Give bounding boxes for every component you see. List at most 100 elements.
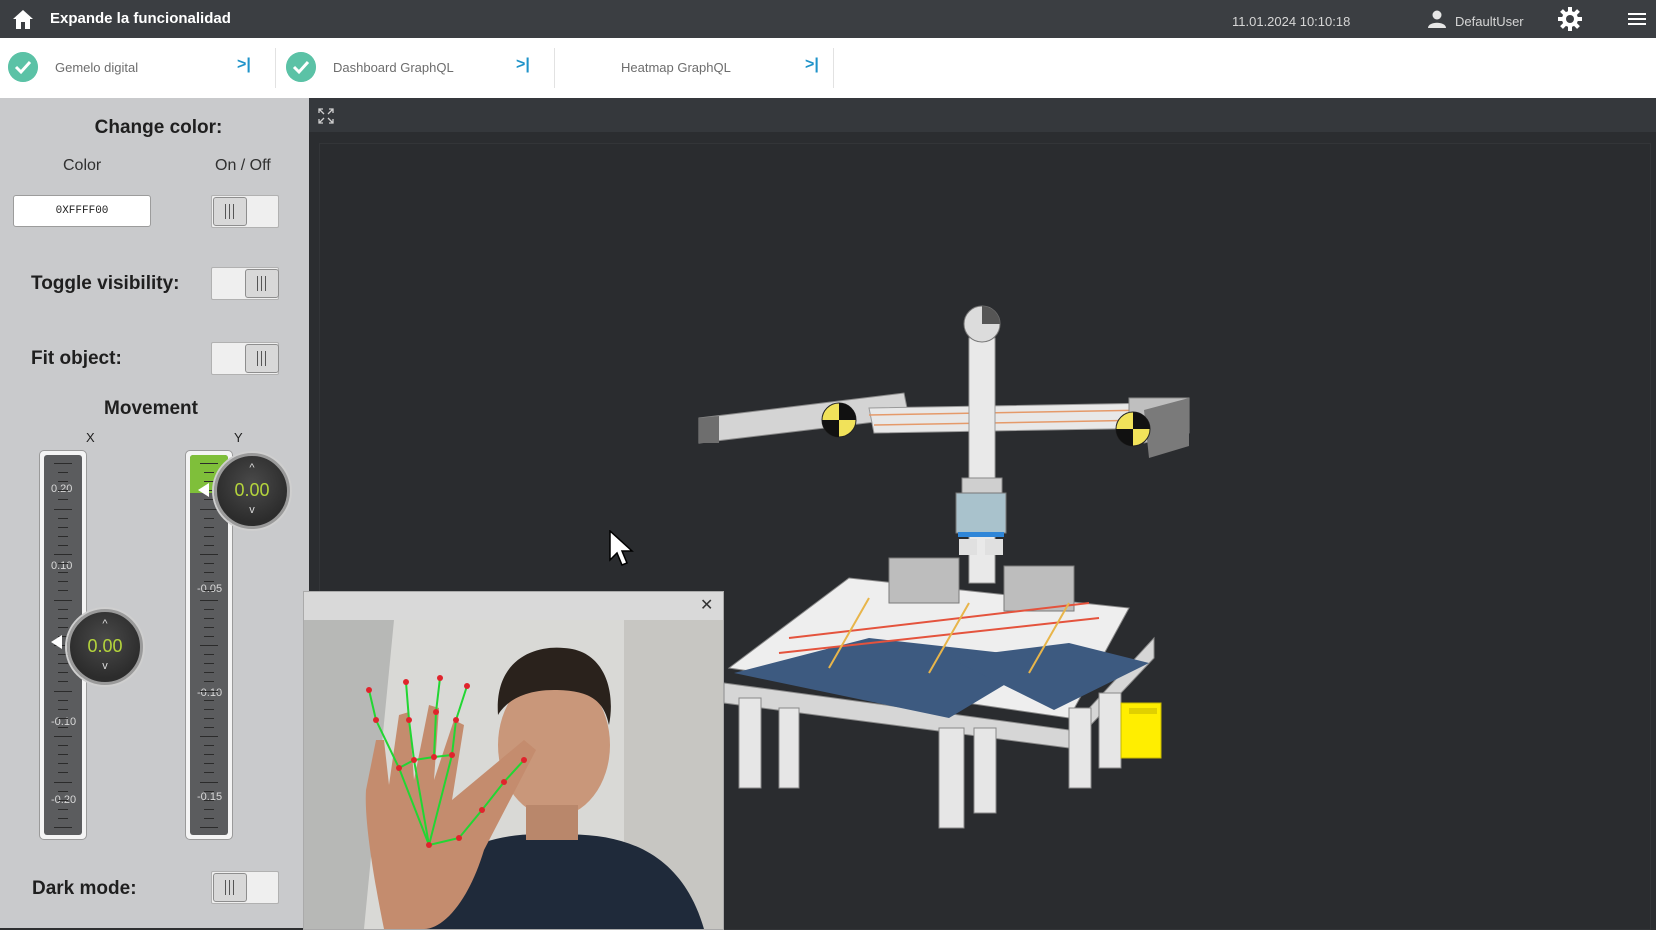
toggle-thumb: [213, 873, 247, 902]
check-icon: [286, 52, 316, 82]
slider-tick: [200, 554, 218, 555]
slider-tick: [58, 626, 68, 628]
slider-tick: [204, 672, 214, 674]
chevron-up-icon[interactable]: ^: [70, 618, 140, 630]
slider-tick: [58, 763, 68, 765]
slider-tick: [204, 563, 214, 565]
collapse-arrow-icon[interactable]: >|: [516, 56, 530, 74]
slider-tick: [58, 490, 68, 492]
slider-tick: [204, 544, 214, 546]
color-column-label: Color: [63, 157, 102, 174]
slider-tick: [58, 672, 68, 674]
x-value: 0.00: [87, 636, 123, 656]
slider-tick: [204, 708, 214, 710]
camera-preview-window[interactable]: ✕: [303, 591, 724, 930]
tab-label: Dashboard GraphQL: [333, 60, 454, 75]
color-value-input[interactable]: 0XFFFF00: [13, 195, 151, 227]
slider-tick: [58, 535, 68, 537]
tab-heatmap-graphql[interactable]: Heatmap GraphQL >|: [555, 38, 833, 98]
slider-tick: [54, 827, 72, 828]
gear-icon[interactable]: [1557, 6, 1583, 32]
slider-tick: [58, 517, 68, 519]
slider-tick: [58, 808, 68, 810]
slider-tick: [58, 708, 68, 710]
slider-tick: [204, 726, 214, 728]
slider-tick: [204, 472, 214, 474]
user-icon[interactable]: [1427, 9, 1447, 29]
tab-dashboard-graphql[interactable]: Dashboard GraphQL >|: [276, 38, 554, 98]
slider-tick: [200, 690, 218, 692]
y-value-knob[interactable]: ^ 0.00 v: [214, 453, 290, 529]
change-color-heading: Change color:: [94, 117, 223, 138]
y-pointer-icon: [198, 483, 209, 497]
toggle-thumb: [213, 197, 247, 226]
slider-tick: [204, 535, 214, 537]
x-pointer-icon: [51, 635, 62, 649]
slider-tick: [58, 681, 68, 683]
slider-tick: [204, 681, 214, 683]
slider-tick: [204, 663, 214, 665]
slider-tick: [204, 617, 214, 619]
fit-object-label: Fit object:: [31, 348, 122, 369]
slider-tick: [58, 699, 68, 701]
slider-tick: [58, 472, 68, 474]
collapse-arrow-icon[interactable]: >|: [805, 56, 819, 74]
fit-object-toggle[interactable]: [211, 342, 279, 375]
slider-tick: [58, 754, 68, 756]
tab-label: Gemelo digital: [55, 60, 139, 75]
slider-tick: [204, 626, 214, 628]
tab-gemelo-digital[interactable]: Gemelo digital >|: [0, 38, 275, 98]
slider-tick: [204, 790, 214, 792]
slider-tick: [204, 717, 214, 719]
slider-tick: [204, 772, 214, 774]
slider-tick: [200, 508, 218, 510]
slider-tick: [200, 736, 218, 737]
visibility-toggle[interactable]: [211, 267, 279, 300]
collapse-arrow-icon[interactable]: >|: [237, 56, 251, 74]
slider-tick: [54, 781, 72, 783]
slider-tick: [58, 544, 68, 546]
slider-tick: [54, 690, 72, 692]
dark-mode-label: Dark mode:: [32, 878, 137, 899]
movement-heading: Movement: [104, 398, 198, 419]
slider-tick: [200, 645, 218, 646]
slider-tick: [58, 572, 68, 574]
x-axis-label: X: [86, 430, 95, 445]
user-name[interactable]: DefaultUser: [1455, 14, 1524, 29]
slider-tick: [204, 572, 214, 574]
menu-icon[interactable]: [1628, 11, 1646, 27]
slider-tick: [204, 745, 214, 747]
chevron-down-icon[interactable]: v: [70, 660, 140, 672]
slider-tick: [204, 590, 214, 592]
x-tick-label: 0.10: [51, 560, 73, 572]
x-value-knob[interactable]: ^ 0.00 v: [67, 609, 143, 685]
slider-tick: [204, 654, 214, 656]
slider-tick: [54, 508, 72, 510]
slider-tick: [58, 563, 68, 565]
slider-tick: [58, 617, 68, 619]
camera-window-titlebar[interactable]: [304, 592, 723, 620]
slider-tick: [204, 635, 214, 637]
slider-tick: [200, 827, 218, 828]
toggle-thumb: [245, 344, 279, 373]
slider-tick: [58, 481, 68, 483]
y-tick-label: -0.05: [197, 583, 223, 595]
chevron-down-icon[interactable]: v: [217, 504, 287, 516]
slider-tick: [58, 663, 68, 665]
home-icon[interactable]: [11, 7, 35, 31]
top-bar: Expande la funcionalidad 11.01.2024 10:1…: [0, 0, 1656, 38]
tab-divider: [833, 48, 834, 88]
toggle-visibility-label: Toggle visibility:: [31, 273, 180, 294]
datetime: 11.01.2024 10:10:18: [1232, 14, 1351, 29]
y-tick-label: -0.10: [197, 687, 223, 699]
color-on-toggle[interactable]: [211, 195, 279, 228]
y-value: 0.00: [234, 480, 270, 500]
slider-tick: [58, 608, 68, 610]
slider-tick: [54, 599, 72, 601]
slider-tick: [204, 517, 214, 519]
slider-tick: [58, 654, 68, 656]
close-icon[interactable]: ✕: [700, 595, 713, 615]
dark-mode-toggle[interactable]: [211, 871, 279, 904]
control-panel: Change color: Color On / Off 0XFFFF00 To…: [0, 98, 309, 928]
chevron-up-icon[interactable]: ^: [217, 462, 287, 474]
